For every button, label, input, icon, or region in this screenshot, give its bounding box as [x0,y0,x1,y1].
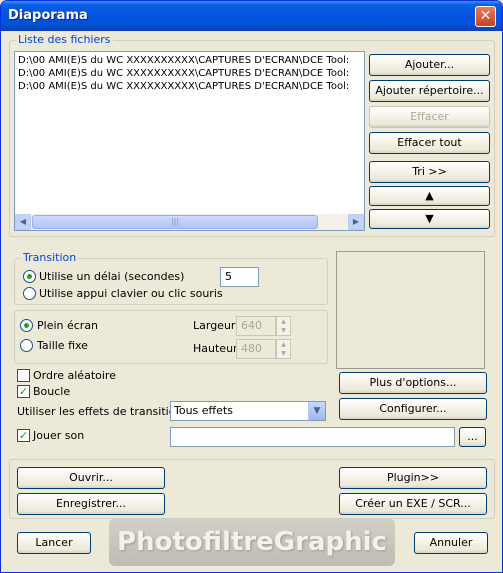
scroll-thumb[interactable]: ||| [32,215,318,229]
width-label: Largeur [193,319,236,332]
play-sound-label: Jouer son [33,429,85,442]
clear-all-button[interactable]: Effacer tout [369,132,490,154]
height-spinner[interactable]: ▲ ▼ [276,339,291,359]
move-up-button[interactable]: ▲ [369,186,490,206]
horizontal-scrollbar[interactable]: ◀ ||| ▶ [15,214,364,230]
effects-select-value: Tous effets [174,404,233,417]
chevron-down-icon[interactable]: ▼ [308,402,325,420]
loop-checkbox[interactable]: ✓ [17,385,30,398]
sound-file-input[interactable] [170,427,455,447]
width-input[interactable]: 640 [236,316,276,336]
launch-button[interactable]: Lancer [17,532,91,554]
browse-sound-button[interactable]: ... [459,427,486,447]
fixed-size-radio[interactable] [20,339,33,352]
loop-label: Boucle [33,385,71,398]
cancel-button[interactable]: Annuler [414,532,488,554]
file-list[interactable]: D:\00 AMI(E)S du WC XXXXXXXXXX\CAPTURES … [14,51,365,231]
add-folder-button[interactable]: Ajouter répertoire... [369,80,490,102]
open-button[interactable]: Ouvrir... [17,467,165,489]
arrow-down-icon: ▼ [425,212,434,225]
files-group-label: Liste des fichiers [16,33,113,46]
create-exe-button[interactable]: Créer un EXE / SCR... [339,493,487,515]
watermark-text: PhotofiltreGraphic [117,527,387,557]
arrow-up-icon: ▲ [425,189,434,202]
use-delay-radio[interactable] [23,270,36,283]
list-item[interactable]: D:\00 AMI(E)S du WC XXXXXXXXXX\CAPTURES … [15,54,364,67]
add-button[interactable]: Ajouter... [369,54,490,76]
transition-group-label: Transition [21,251,79,264]
more-options-button[interactable]: Plus d'options... [339,372,487,394]
use-delay-label: Utilise un délai (secondes) [39,270,185,283]
fullscreen-radio[interactable] [20,319,33,332]
list-item[interactable]: D:\00 AMI(E)S du WC XXXXXXXXXX\CAPTURES … [15,80,364,93]
effects-label: Utiliser les effets de transition [17,405,183,418]
height-label: Hauteur [193,342,238,355]
use-key-label: Utilise appui clavier ou clic souris [39,287,223,300]
height-input[interactable]: 480 [236,339,276,359]
close-button[interactable]: ✕ [475,6,496,27]
play-sound-checkbox[interactable]: ✓ [17,429,30,442]
preview-panel [336,251,485,369]
random-order-label: Ordre aléatoire [33,369,116,382]
watermark: PhotofiltreGraphic [109,518,395,566]
remove-button[interactable]: Effacer [369,106,490,128]
window-title: Diaporama [8,8,88,23]
use-key-radio[interactable] [23,287,36,300]
diaporama-window: Diaporama ✕ Liste des fichiers D:\00 AMI… [0,0,503,573]
fullscreen-label: Plein écran [37,319,99,332]
list-item[interactable]: D:\00 AMI(E)S du WC XXXXXXXXXX\CAPTURES … [15,67,364,80]
configure-button[interactable]: Configurer... [339,398,487,420]
scroll-left-icon[interactable]: ◀ [15,214,31,230]
effects-select[interactable]: Tous effets ▼ [170,401,326,421]
save-button[interactable]: Enregistrer... [17,493,165,515]
sort-button[interactable]: Tri >> [369,161,490,183]
width-spinner[interactable]: ▲ ▼ [276,316,291,336]
delay-input[interactable]: 5 [220,267,259,287]
close-icon: ✕ [479,8,492,24]
fixed-size-label: Taille fixe [37,339,88,352]
title-bar: Diaporama ✕ [1,1,502,31]
move-down-button[interactable]: ▼ [369,209,490,229]
scroll-right-icon[interactable]: ▶ [348,214,364,230]
random-order-checkbox[interactable] [17,369,30,382]
plugin-button[interactable]: Plugin>> [339,467,487,489]
